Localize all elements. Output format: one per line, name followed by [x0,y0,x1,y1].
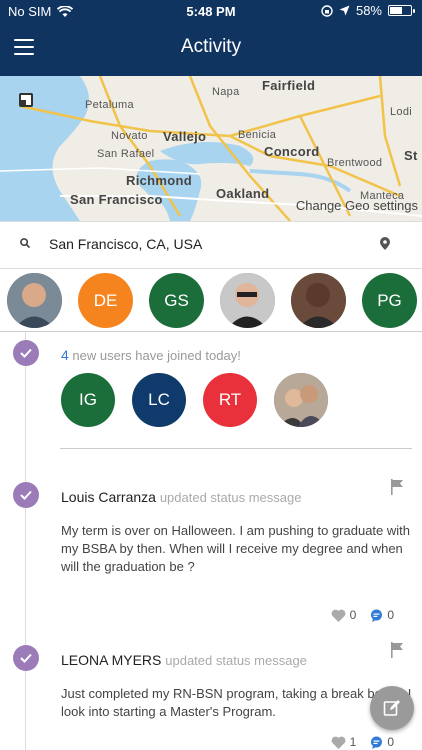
post-action: updated status message [159,490,302,505]
map-label: St [404,148,418,163]
location-pin-icon[interactable] [380,237,390,250]
map-label: Concord [264,144,320,159]
comment-count: 0 [387,608,394,622]
heart-icon[interactable] [331,609,346,622]
post-stats: 0 0 [317,608,394,622]
avatar-photo[interactable] [291,273,346,328]
comment-count: 0 [387,735,394,749]
avatar-initials[interactable]: GS [149,273,204,328]
like-count: 0 [349,608,357,622]
new-users-message: 4 new users have joined today! [61,347,241,363]
comment-group[interactable]: 0 [370,735,394,749]
avatar-initials[interactable]: PG [362,273,417,328]
map-label: Napa [212,86,240,98]
post-author[interactable]: Louis Carranza [61,489,156,505]
new-users-count: 4 [61,347,69,363]
location-arrow-icon [339,5,350,16]
page-title: Activity [180,36,242,57]
map-label: Lodi [390,106,412,118]
battery-icon [388,5,415,16]
post-body: Just completed my RN-BSN program, taking… [61,686,412,719]
post-stats: 1 0 [317,735,394,749]
heart-icon[interactable] [331,736,346,749]
post-author[interactable]: LEONA MYERS [61,652,161,668]
divider [60,448,412,449]
map[interactable]: Fairfield Napa Petaluma Novato Vallejo B… [0,76,422,221]
avatar-initials[interactable]: RT [203,373,257,427]
avatar-initials[interactable]: IG [61,373,115,427]
comment-icon[interactable] [370,736,383,749]
checkmark-icon [13,340,39,366]
orientation-lock-icon [321,4,333,17]
avatar-initials[interactable]: LC [132,373,186,427]
new-users-text: new users have joined today! [72,348,241,363]
map-label: Richmond [126,173,192,188]
avatar-photo[interactable] [220,273,275,328]
compose-button[interactable] [370,686,414,730]
post-header: Louis Carranza updated status message [61,489,301,505]
checkmark-icon [13,482,39,508]
change-geo-settings-link[interactable]: Change Geo settings [296,198,418,213]
activity-feed: 4 new users have joined today! IG LC RT … [0,332,422,750]
map-label: Petaluma [85,99,134,111]
timeline-line [25,332,26,750]
user-avatar-strip: DE GS PG [0,268,422,332]
map-label: Novato [111,130,148,142]
map-layers-icon[interactable] [19,93,33,107]
like-group[interactable]: 0 [331,608,357,622]
location-value[interactable]: San Francisco, CA, USA [49,236,202,252]
map-label: San Rafael [97,148,155,160]
status-bar: No SIM 5:48 PM 58% [0,0,422,22]
avatar-photo[interactable] [274,373,328,427]
comment-icon[interactable] [370,609,383,622]
post-body: My term is over on Halloween. I am pushi… [61,523,411,574]
comment-group[interactable]: 0 [370,608,394,622]
nav-bar: Activity [0,22,422,76]
map-label: San Francisco [70,192,163,207]
edit-icon [383,700,400,716]
like-count: 1 [349,735,357,749]
like-group[interactable]: 1 [331,735,357,749]
map-label: Fairfield [262,78,316,93]
map-label: Oakland [216,186,270,201]
map-label: Vallejo [163,129,207,144]
map-label: Benicia [238,129,277,141]
battery-percent: 58% [355,3,382,18]
location-search-bar[interactable]: San Francisco, CA, USA [0,221,422,269]
avatar-photo[interactable] [7,273,62,328]
post-header: LEONA MYERS updated status message [61,652,307,668]
flag-icon[interactable] [390,642,404,658]
avatar-initials[interactable]: DE [78,273,133,328]
post-action: updated status message [165,653,307,668]
map-label: Brentwood [327,157,383,169]
checkmark-icon [13,645,39,671]
search-icon [20,238,30,248]
flag-icon[interactable] [390,479,404,495]
